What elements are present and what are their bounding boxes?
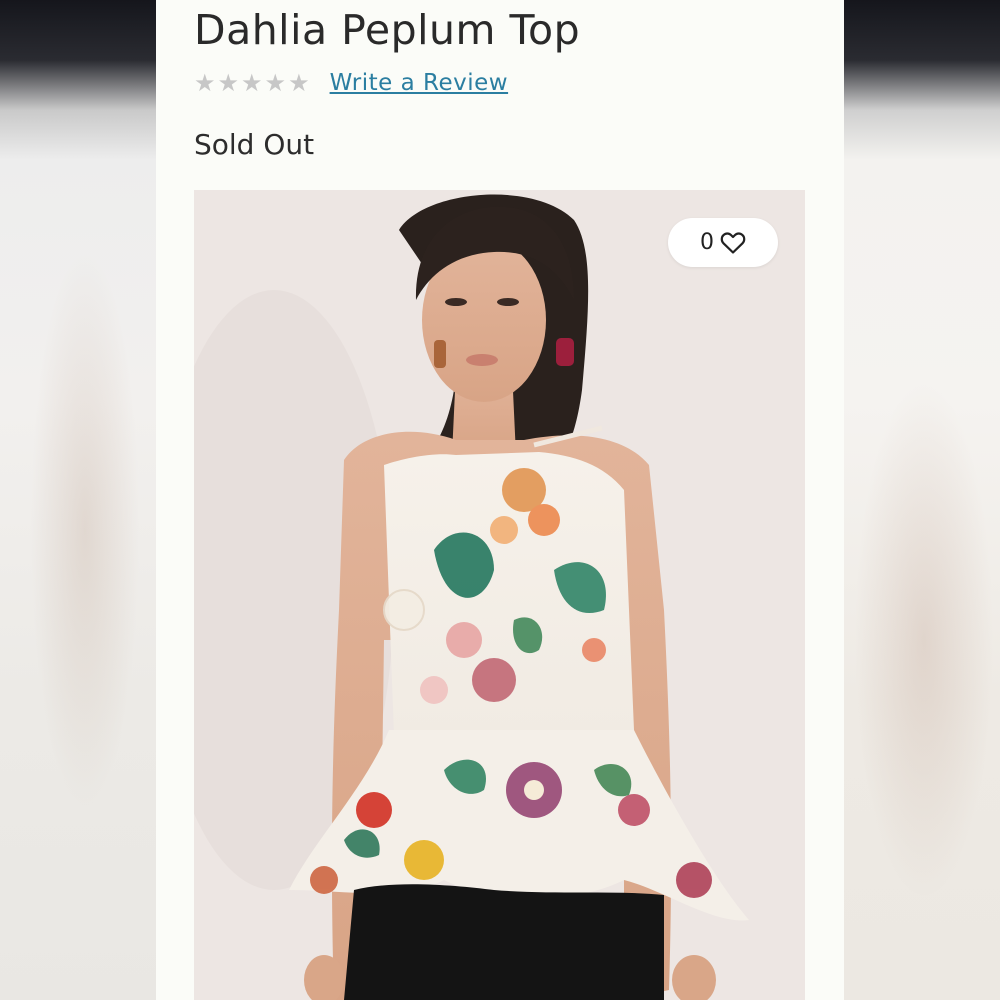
- star-icon: ★: [194, 69, 216, 97]
- product-panel: Dahlia Peplum Top ★ ★ ★ ★ ★ Write a Revi…: [156, 0, 844, 1000]
- star-icon: ★: [264, 69, 287, 97]
- product-image[interactable]: 0: [194, 190, 805, 1000]
- star-icon: ★: [241, 69, 263, 97]
- like-count: 0: [700, 230, 714, 255]
- write-review-link[interactable]: Write a Review: [330, 70, 509, 96]
- stock-status: Sold Out: [194, 128, 315, 161]
- rating-row: ★ ★ ★ ★ ★ Write a Review: [194, 66, 508, 100]
- star-icon: ★: [217, 69, 240, 97]
- heart-outline-icon: [720, 231, 746, 254]
- background-right: [844, 0, 1000, 1000]
- background-left: [0, 0, 156, 1000]
- product-title: Dahlia Peplum Top: [194, 6, 581, 54]
- like-button[interactable]: 0: [668, 218, 778, 267]
- star-rating[interactable]: ★ ★ ★ ★ ★: [194, 71, 310, 95]
- star-icon: ★: [288, 69, 310, 97]
- model-photo-illustration: [194, 190, 805, 1000]
